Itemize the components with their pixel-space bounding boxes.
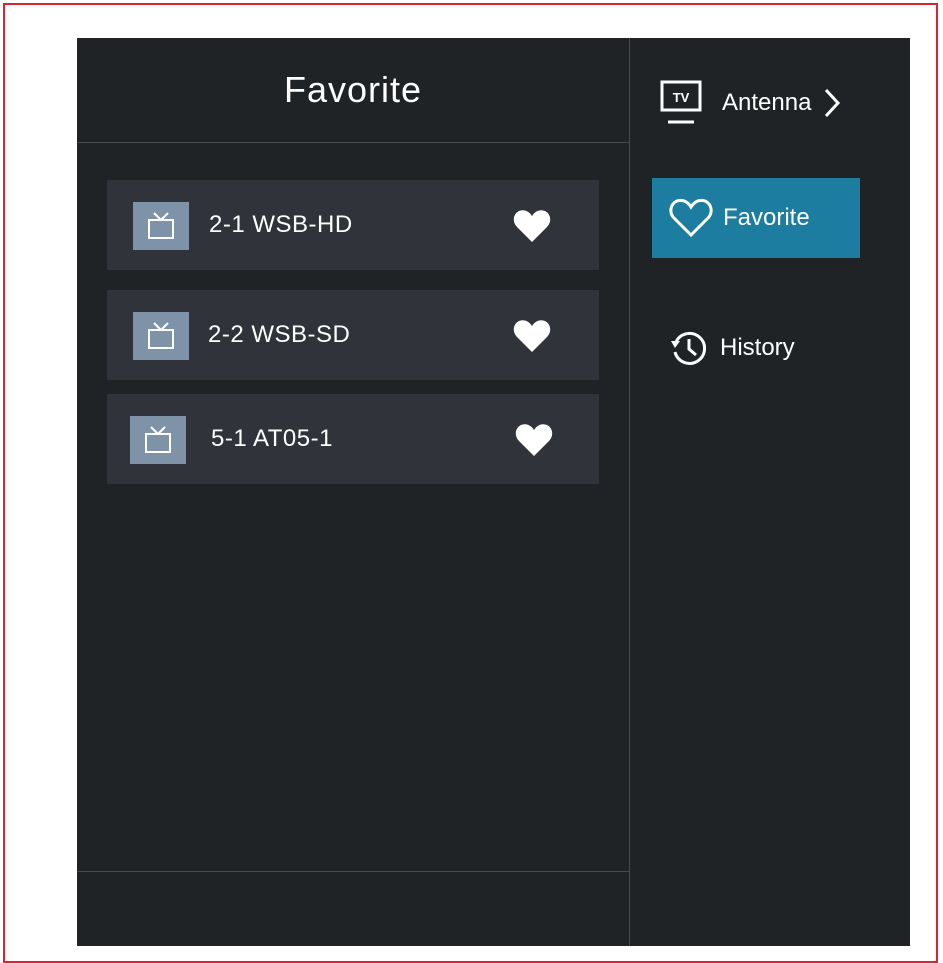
channel-label: 2-2 WSB-SD (208, 321, 351, 348)
heart-icon[interactable] (515, 423, 553, 457)
channel-list-panel: Favorite 2-1 WSB-HD 2-2 WSB-SD 5-1 AT05-… (77, 38, 629, 946)
nav-favorite-label: Favorite (723, 204, 810, 231)
tv-icon (133, 202, 189, 250)
nav-item-history[interactable]: History (668, 326, 795, 370)
heart-icon[interactable] (513, 319, 551, 353)
svg-text:TV: TV (673, 90, 690, 105)
channel-label: 2-1 WSB-HD (209, 211, 353, 238)
heart-icon[interactable] (513, 209, 551, 243)
tv-icon (133, 312, 189, 360)
tv-screen: Favorite 2-1 WSB-HD 2-2 WSB-SD 5-1 AT05-… (77, 38, 910, 946)
tv-screen-icon: TV (660, 80, 702, 124)
nav-item-antenna[interactable]: TV Antenna (660, 78, 841, 128)
panel-footer-divider (77, 871, 629, 872)
page-title: Favorite (283, 69, 423, 110)
channel-item[interactable]: 2-1 WSB-HD (107, 180, 599, 270)
channel-label: 5-1 AT05-1 (211, 425, 333, 452)
nav-antenna-label: Antenna (722, 89, 812, 116)
chevron-right-icon[interactable] (823, 87, 841, 119)
panel-header: Favorite (77, 38, 629, 143)
heart-outline-icon (669, 198, 713, 238)
tv-icon (130, 416, 186, 464)
history-clock-icon (671, 331, 707, 365)
channel-item[interactable]: 2-2 WSB-SD (107, 290, 599, 380)
channel-item[interactable]: 5-1 AT05-1 (107, 394, 599, 484)
nav-item-favorite[interactable]: Favorite (652, 178, 860, 258)
source-nav: TV Antenna Favorite History (630, 38, 910, 946)
nav-history-label: History (720, 334, 795, 361)
